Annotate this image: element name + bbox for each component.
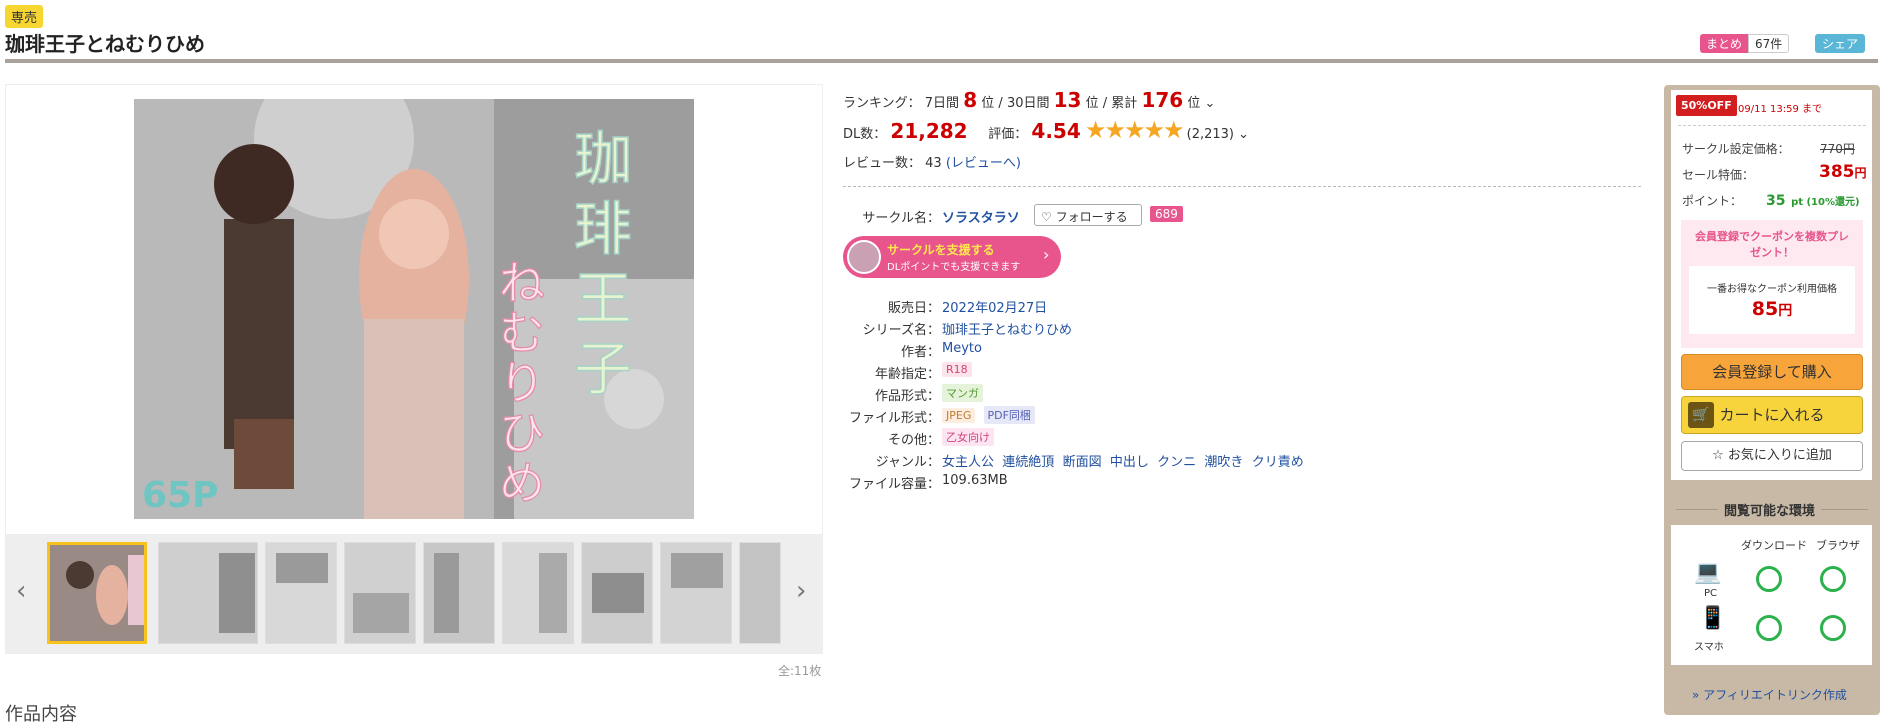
thumbnail-7[interactable]: [581, 542, 653, 644]
ranking-row: ランキング： 7日間 8 位 / 30日間 13 位 / 累計 176 位 ⌄: [843, 88, 1216, 112]
author-link[interactable]: Meyto: [942, 341, 982, 356]
rating-value: 4.54: [1031, 119, 1081, 143]
thumbnail-6[interactable]: [502, 542, 574, 644]
thumbnail-2[interactable]: [158, 542, 258, 644]
svg-text:む: む: [499, 306, 545, 360]
smartphone-icon: 📱: [1699, 606, 1727, 631]
svg-text:琲: 琲: [574, 195, 632, 263]
thumbnail-9[interactable]: [739, 542, 781, 644]
thumb-prev-arrow[interactable]: ‹: [16, 576, 26, 606]
circle-name-link[interactable]: ソラスタラソ: [942, 207, 1020, 226]
info-divider: [843, 186, 1641, 187]
env-title: 閲覧可能な環境: [1718, 500, 1822, 519]
cart-icon: 🛒: [1688, 402, 1714, 428]
pc-browser-ok-icon: [1820, 566, 1846, 592]
ranking-expand-icon[interactable]: ⌄: [1205, 96, 1216, 111]
svg-text:子: 子: [574, 335, 632, 403]
follow-count: 689: [1150, 206, 1183, 222]
heart-icon: ♡: [1041, 210, 1052, 224]
series-link[interactable]: 珈琲王子とねむりひめ: [942, 319, 1072, 338]
stats-row: DL数： 21,282 評価： 4.54 ★★★★★ (2,213) ⌄: [843, 116, 1250, 144]
cover-image[interactable]: 珈 琲 王 子 ね む り ひ め 65P: [134, 99, 694, 519]
add-favorite-button[interactable]: ☆ お気に入りに追加: [1681, 441, 1863, 471]
thumb-next-arrow[interactable]: ›: [796, 576, 806, 606]
content-section-title: 作品内容: [5, 704, 77, 725]
rating-expand-icon[interactable]: ⌄: [1238, 127, 1249, 142]
svg-text:ひ: ひ: [499, 406, 545, 460]
chevron-right-icon: ›: [1043, 245, 1050, 264]
svg-text:ね: ね: [499, 256, 545, 310]
release-date-link[interactable]: 2022年02月27日: [942, 297, 1047, 316]
review-row: レビュー数： 43 (レビューへ): [843, 156, 1021, 171]
thumbnail-3[interactable]: [265, 542, 337, 644]
thumbnail-1[interactable]: [47, 542, 147, 644]
coupon-headline: 会員登録でクーポンを複数プレゼント！: [1695, 230, 1849, 259]
discount-badge: 50%OFF: [1676, 95, 1737, 116]
share-button[interactable]: シェア: [1815, 34, 1866, 53]
genre-link[interactable]: 女主人公: [942, 455, 994, 470]
page-title: 珈琲王子とねむりひめ: [5, 32, 205, 56]
circle-label: サークル名：: [862, 211, 940, 226]
file-tag-jpeg[interactable]: JPEG: [942, 408, 976, 423]
svg-text:り: り: [499, 356, 545, 410]
genre-link[interactable]: クンニ: [1157, 455, 1196, 470]
thumbnail-4[interactable]: [344, 542, 416, 644]
cover-pages: 65P: [142, 475, 218, 516]
dl-count: 21,282: [890, 119, 968, 143]
genre-link[interactable]: 断面図: [1063, 455, 1102, 470]
point-value: 35 pt (10%還元): [1766, 193, 1860, 209]
genre-link[interactable]: 潮吹き: [1204, 455, 1243, 470]
coupon-label: 一番お得なクーポン利用価格: [1707, 284, 1837, 295]
phone-download-ok-icon: [1756, 615, 1782, 641]
age-tag[interactable]: R18: [942, 362, 972, 377]
sale-price: 385円: [1819, 162, 1867, 182]
rank-7d: 8: [963, 88, 978, 112]
genre-link[interactable]: クリ責め: [1252, 455, 1304, 470]
genre-link[interactable]: 中出し: [1110, 455, 1149, 470]
file-size: 109.63MB: [942, 473, 1008, 488]
rating-stars: ★★★★★: [1084, 116, 1185, 144]
title-divider: [5, 59, 1878, 63]
matome-label: まとめ: [1700, 34, 1749, 53]
phone-browser-ok-icon: [1820, 615, 1846, 641]
follow-button[interactable]: ♡ フォローする: [1034, 204, 1142, 226]
page-count: 全:11枚: [778, 664, 822, 678]
coupon-price: 85円: [1751, 298, 1793, 320]
file-tag-pdf[interactable]: PDF同梱: [983, 406, 1035, 424]
other-tag[interactable]: 乙女向け: [942, 428, 994, 446]
support-circle-button[interactable]: サークルを支援する DLポイントでも支援できます ›: [843, 236, 1061, 278]
sale-until: 09/11 13:59 まで: [1738, 104, 1822, 115]
svg-text:珈: 珈: [574, 125, 632, 193]
svg-text:め: め: [499, 456, 545, 510]
rank-total: 176: [1141, 88, 1184, 112]
pc-icon: 💻: [1694, 560, 1722, 585]
matome-button[interactable]: まとめ 67件: [1700, 34, 1790, 53]
add-to-cart-button[interactable]: 🛒 カートに入れる: [1681, 396, 1863, 434]
affiliate-link[interactable]: » アフィリエイトリンク作成: [1692, 686, 1847, 703]
thumbnail-5[interactable]: [423, 542, 495, 644]
matome-count: 67件: [1748, 34, 1790, 53]
original-price: 770円: [1820, 142, 1855, 156]
svg-text:王: 王: [574, 265, 632, 333]
register-and-buy-button[interactable]: 会員登録して購入: [1681, 354, 1863, 390]
format-tag[interactable]: マンガ: [942, 384, 983, 402]
rank-30d: 13: [1053, 88, 1082, 112]
star-icon: ☆: [1712, 448, 1724, 463]
rating-count: (2,213): [1186, 127, 1235, 142]
pc-download-ok-icon: [1756, 566, 1782, 592]
thumbnail-8[interactable]: [660, 542, 732, 644]
genre-list: 女主人公 連続絶頂 断面図 中出し クンニ 潮吹き クリ責め: [942, 451, 1304, 470]
review-link[interactable]: (レビューへ): [946, 156, 1021, 171]
circle-avatar: [847, 240, 881, 274]
exclusive-badge: 専売: [5, 5, 44, 28]
genre-link[interactable]: 連続絶頂: [1002, 455, 1054, 470]
